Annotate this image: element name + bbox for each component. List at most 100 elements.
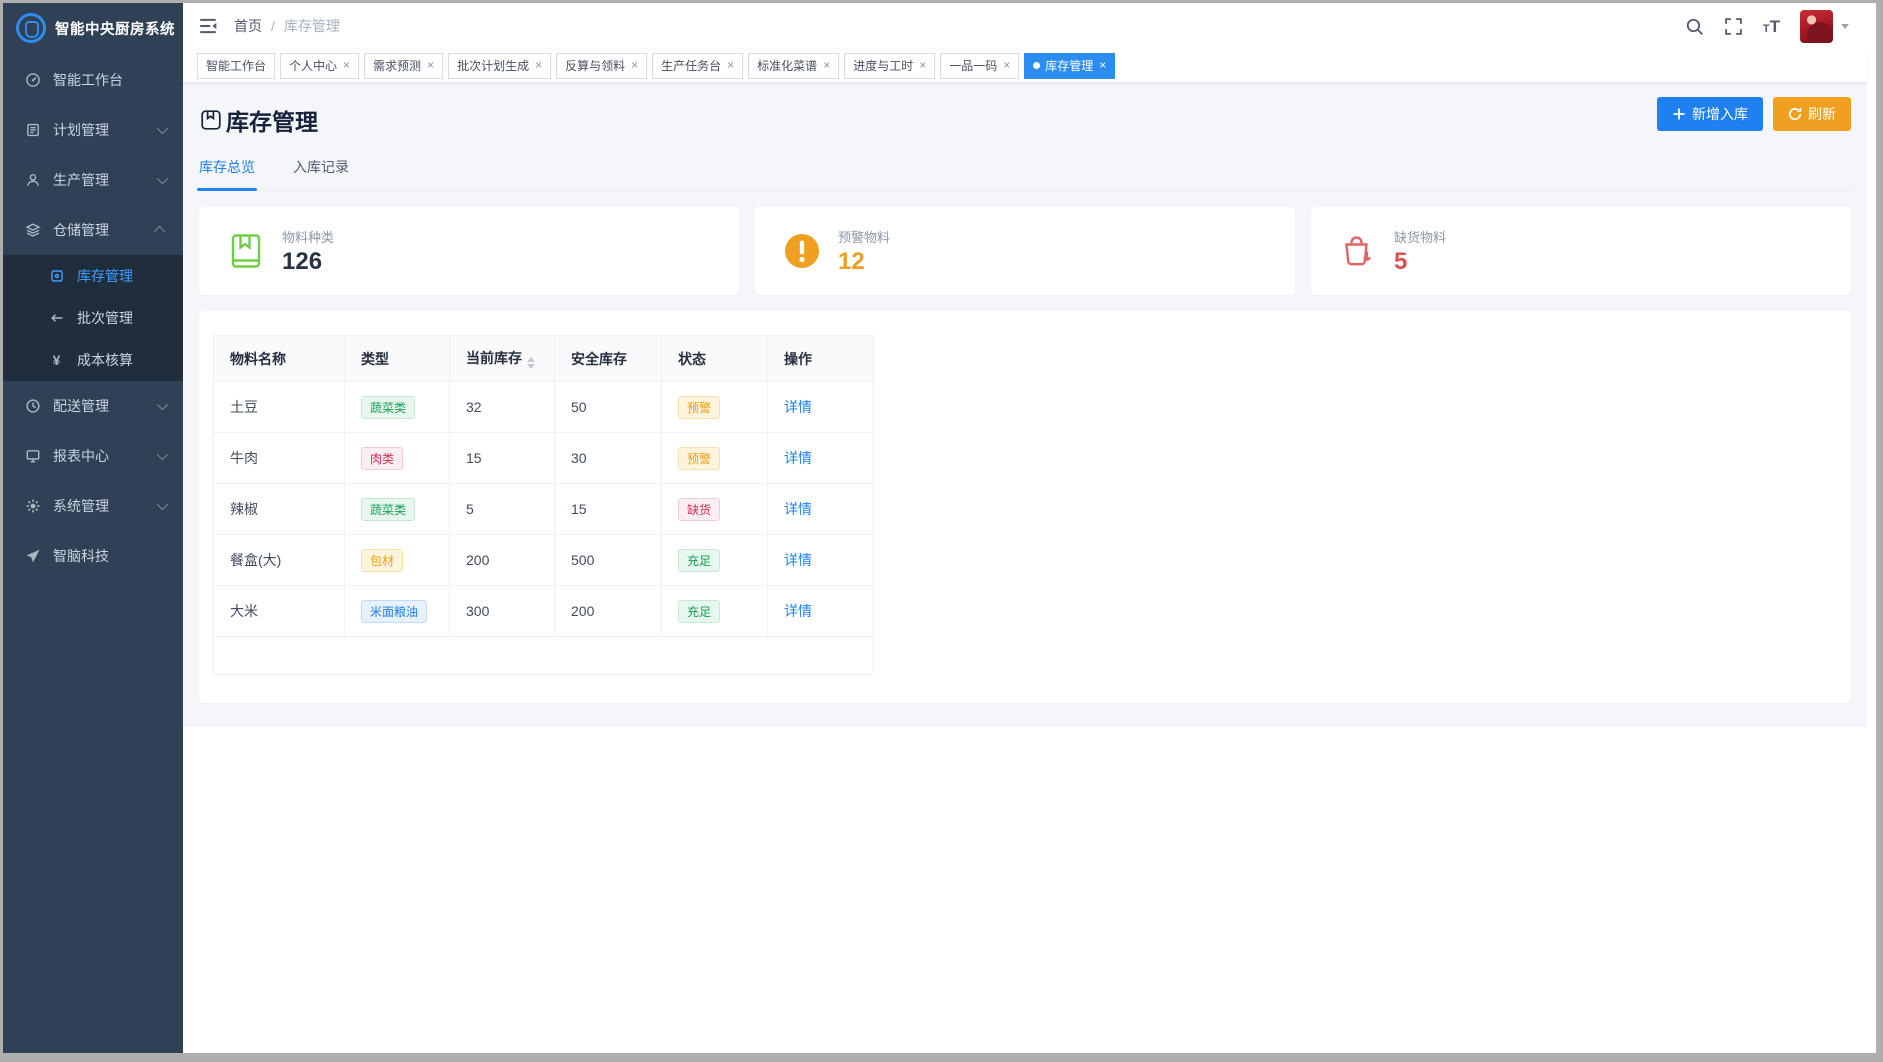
sidebar-item-warehouse[interactable]: 仓储管理 — [3, 205, 183, 255]
stat-value: 12 — [838, 249, 890, 275]
column-header: 安全库存 — [555, 336, 662, 382]
plus-icon — [1672, 107, 1686, 121]
close-icon[interactable]: × — [426, 59, 434, 72]
sidebar-item-batch[interactable]: 批次管理 — [3, 297, 183, 339]
column-header: 操作 — [768, 336, 874, 382]
sidebar-item-cost[interactable]: ¥成本核算 — [3, 339, 183, 381]
chevron-down-icon — [157, 123, 168, 134]
safe-stock-cell: 15 — [555, 484, 662, 535]
tag-智能工作台[interactable]: 智能工作台 — [197, 53, 275, 79]
sidebar-item-inventory[interactable]: 库存管理 — [3, 255, 183, 297]
status-tag: 充足 — [678, 549, 720, 572]
chevron-down-icon — [157, 449, 168, 460]
close-icon[interactable]: × — [726, 59, 734, 72]
table-header-row: 物料名称类型当前库存安全库存状态操作 — [214, 336, 874, 382]
sidebar-item-production[interactable]: 生产管理 — [3, 155, 183, 205]
material-name-cell: 牛肉 — [214, 433, 345, 484]
fullscreen-icon[interactable] — [1724, 17, 1743, 36]
detail-link[interactable]: 详情 — [784, 603, 812, 619]
sidebar-item-workbench[interactable]: 智能工作台 — [3, 55, 183, 105]
table-row: 牛肉肉类1530预警详情 — [214, 433, 874, 484]
type-tag: 蔬菜类 — [361, 396, 415, 419]
sidebar-item-tech[interactable]: 智脑科技 — [3, 531, 183, 581]
status-tag: 预警 — [678, 447, 720, 470]
scrollbar-track[interactable] — [1867, 3, 1876, 1053]
tag-库存管理[interactable]: 库存管理 × — [1024, 53, 1115, 79]
tag-批次计划生成[interactable]: 批次计划生成 × — [448, 53, 551, 79]
close-icon[interactable]: × — [630, 59, 638, 72]
monitor-icon — [24, 448, 41, 465]
current-stock-cell: 300 — [450, 586, 555, 637]
close-icon[interactable]: × — [1098, 59, 1106, 72]
tag-label: 一品一码 — [949, 57, 997, 74]
column-header[interactable]: 当前库存 — [450, 336, 555, 382]
tag-反算与领料[interactable]: 反算与领料× — [556, 53, 647, 79]
table-empty-row — [214, 637, 874, 675]
tag-需求预测[interactable]: 需求预测× — [364, 53, 443, 79]
detail-link[interactable]: 详情 — [784, 552, 812, 568]
tag-label: 批次计划生成 — [457, 57, 529, 74]
app-window: 智能中央厨房系统 智能工作台计划管理生产管理仓储管理库存管理批次管理¥成本核算配… — [0, 0, 1883, 1062]
table-row: 餐盒(大)包材200500充足详情 — [214, 535, 874, 586]
sort-caret-icon[interactable] — [527, 357, 535, 369]
tag-label: 库存管理 — [1045, 57, 1093, 74]
page-title: 库存管理 — [199, 103, 318, 137]
logo-icon — [16, 13, 46, 43]
type-tag: 包材 — [361, 549, 403, 572]
sidebar-item-label: 生产管理 — [53, 170, 109, 190]
close-icon[interactable]: × — [822, 59, 830, 72]
column-header: 状态 — [662, 336, 768, 382]
navbar-actions: TT — [1685, 10, 1849, 43]
tag-label: 进度与工时 — [853, 57, 913, 74]
close-icon[interactable]: × — [342, 59, 350, 72]
close-icon[interactable]: × — [534, 59, 542, 72]
page-content: 库存管理 新增入库 刷新 库存总览 入库 — [183, 83, 1867, 727]
layers-icon — [24, 222, 41, 239]
add-inbound-button[interactable]: 新增入库 — [1657, 97, 1763, 131]
type-tag: 蔬菜类 — [361, 498, 415, 521]
gear-icon — [24, 498, 41, 515]
avatar[interactable] — [1800, 10, 1833, 43]
tag-生产任务台[interactable]: 生产任务台× — [652, 53, 743, 79]
stat-label: 缺货物料 — [1394, 227, 1446, 246]
search-icon[interactable] — [1685, 17, 1704, 36]
safe-stock-cell: 50 — [555, 382, 662, 433]
tag-个人中心[interactable]: 个人中心× — [280, 53, 359, 79]
table-row: 大米米面粮油300200充足详情 — [214, 586, 874, 637]
detail-link[interactable]: 详情 — [784, 501, 812, 517]
sidebar-item-label: 报表中心 — [53, 446, 109, 466]
detail-link[interactable]: 详情 — [784, 450, 812, 466]
font-size-icon[interactable]: TT — [1763, 18, 1780, 35]
sidebar-item-label: 智脑科技 — [53, 546, 109, 566]
sidebar-collapse-icon[interactable] — [198, 16, 218, 36]
tab-inventory-overview[interactable]: 库存总览 — [199, 157, 255, 190]
breadcrumb: 首页 / 库存管理 — [234, 16, 340, 36]
tag-一品一码[interactable]: 一品一码 × — [940, 53, 1019, 79]
sidebar-item-label: 配送管理 — [53, 396, 109, 416]
tab-inbound-records[interactable]: 入库记录 — [293, 157, 349, 190]
stat-label: 预警物料 — [838, 227, 890, 246]
user-menu[interactable] — [1800, 10, 1849, 43]
send-icon — [24, 548, 41, 565]
chevron-down-icon — [1841, 24, 1849, 29]
close-icon[interactable]: × — [1002, 59, 1010, 72]
tag-进度与工时[interactable]: 进度与工时 × — [844, 53, 935, 79]
clock-icon — [24, 398, 41, 415]
table-row: 土豆蔬菜类3250预警详情 — [214, 382, 874, 433]
stat-card-material-types: 物料种类 126 — [199, 207, 739, 295]
sidebar-item-plan[interactable]: 计划管理 — [3, 105, 183, 155]
refresh-button[interactable]: 刷新 — [1773, 97, 1851, 131]
clipboard-icon — [24, 122, 41, 139]
close-icon[interactable]: × — [918, 59, 926, 72]
navbar: 首页 / 库存管理 TT — [183, 3, 1867, 49]
breadcrumb-separator: / — [271, 18, 275, 34]
sidebar-item-delivery[interactable]: 配送管理 — [3, 381, 183, 431]
current-stock-cell: 200 — [450, 535, 555, 586]
detail-link[interactable]: 详情 — [784, 399, 812, 415]
tag-标准化菜谱[interactable]: 标准化菜谱× — [748, 53, 839, 79]
sidebar-item-report[interactable]: 报表中心 — [3, 431, 183, 481]
safe-stock-cell: 500 — [555, 535, 662, 586]
breadcrumb-home[interactable]: 首页 — [234, 16, 262, 36]
inventory-table: 物料名称类型当前库存安全库存状态操作 土豆蔬菜类3250预警详情牛肉肉类1530… — [213, 335, 874, 675]
sidebar-item-system[interactable]: 系统管理 — [3, 481, 183, 531]
